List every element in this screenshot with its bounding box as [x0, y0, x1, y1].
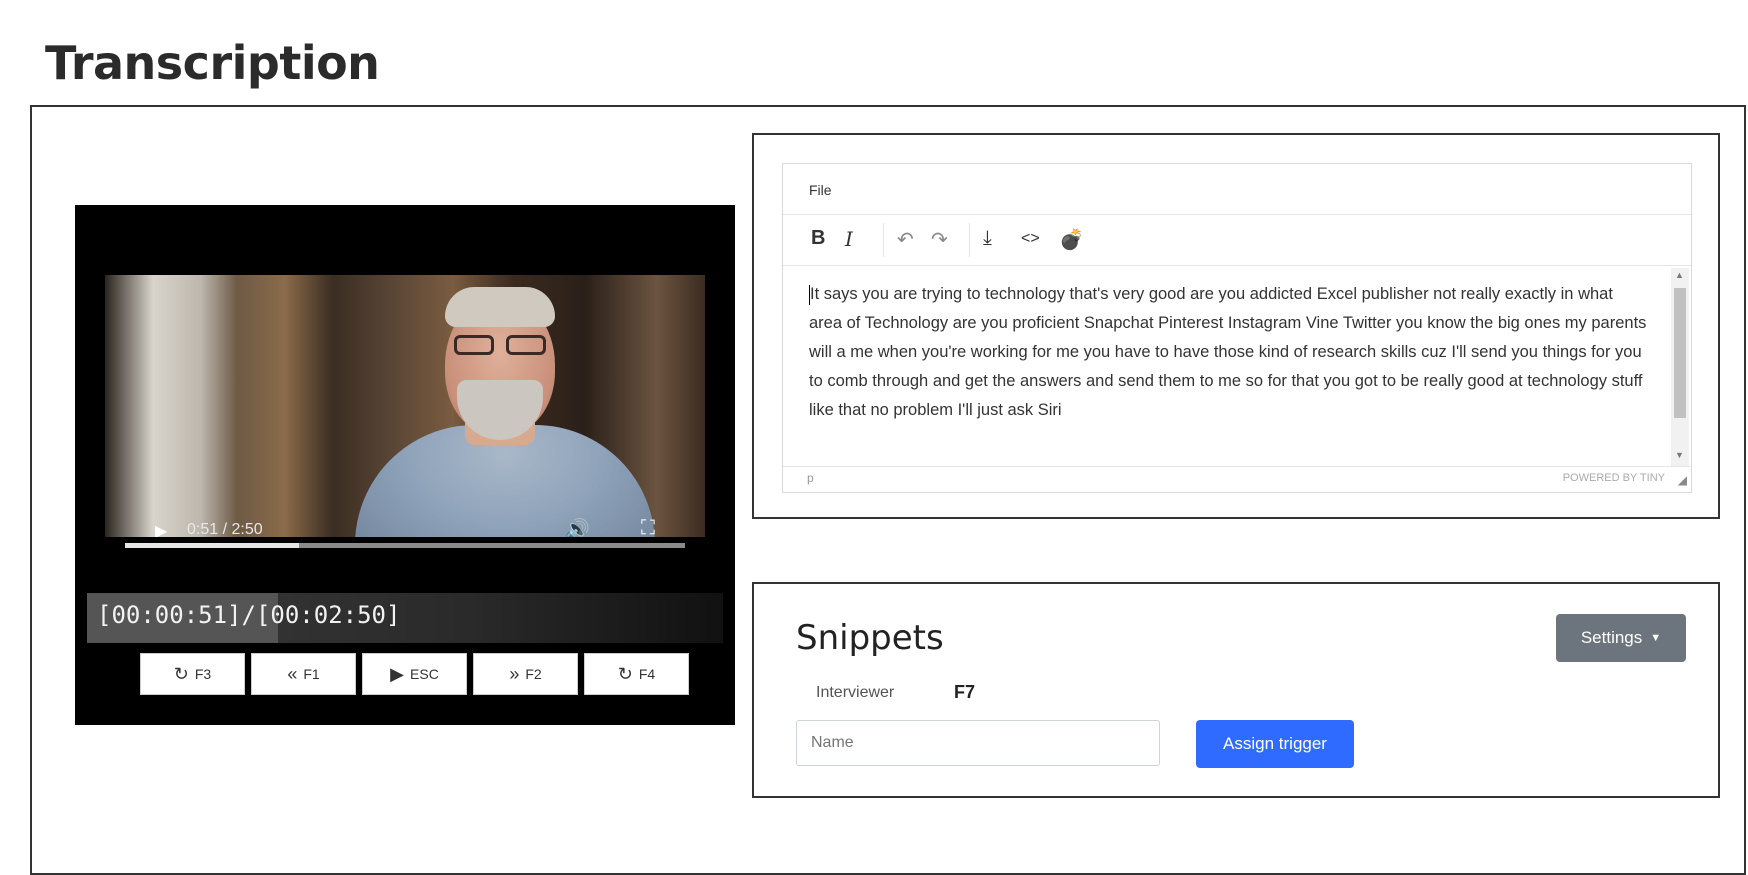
scroll-up-icon[interactable]: ▲	[1675, 270, 1684, 280]
skip-key: F4	[638, 666, 656, 682]
back-button[interactable]: « F1	[251, 653, 356, 695]
transport-controls: ↻ F3 « F1 ▶ ESC » F2 ↻ F4	[140, 653, 690, 697]
fullscreen-icon[interactable]: ⛶	[641, 517, 655, 537]
toolbar-divider	[969, 223, 970, 257]
video-progress-fill	[125, 543, 299, 548]
undo-icon[interactable]: ↶	[897, 227, 914, 252]
bold-button[interactable]: B	[811, 227, 825, 250]
transcript-text[interactable]: It says you are trying to technology tha…	[809, 280, 1649, 425]
forward-button[interactable]: » F2	[473, 653, 578, 695]
snippet-name-input[interactable]	[796, 720, 1160, 766]
back-key: F1	[303, 666, 320, 682]
back-icon: «	[287, 663, 298, 684]
video-time: 0:51 / 2:50	[187, 521, 263, 537]
element-path: p	[807, 471, 814, 485]
code-icon[interactable]: <>	[1021, 230, 1040, 248]
video-progress-bar[interactable]	[125, 543, 685, 548]
play-icon: ▶	[390, 663, 405, 684]
transcript-content: It says you are trying to technology tha…	[809, 285, 1647, 419]
play-icon[interactable]: ▶	[155, 521, 167, 537]
editor-toolbar: B I ↶ ↷ ⤓ <> 💣	[783, 214, 1691, 266]
video-person-hair	[445, 287, 555, 327]
assign-trigger-button[interactable]: Assign trigger	[1196, 720, 1354, 768]
caret-down-icon: ▼	[1650, 632, 1662, 644]
redo-icon[interactable]: ↷	[931, 227, 948, 252]
play-pause-button[interactable]: ▶ ESC	[362, 653, 467, 695]
skip-button[interactable]: ↻ F4	[584, 653, 689, 695]
video-person-glasses	[450, 335, 550, 357]
video-player: ▶ 0:51 / 2:50 🔊 ⛶ ⋮ [00:00:51]/[00:02:50…	[75, 205, 735, 725]
video-controls: ▶ 0:51 / 2:50 🔊 ⛶ ⋮	[135, 517, 705, 537]
rewind-key: F3	[194, 666, 212, 682]
more-options-icon[interactable]: ⋮	[703, 517, 705, 537]
editor-scrollbar[interactable]: ▲ ▼	[1671, 268, 1689, 466]
forward-icon: »	[509, 663, 520, 684]
volume-icon[interactable]: 🔊	[565, 517, 590, 537]
video-frame[interactable]: ▶ 0:51 / 2:50 🔊 ⛶ ⋮	[105, 275, 705, 537]
snippets-title: Snippets	[796, 618, 944, 658]
powered-by-link[interactable]: POWERED BY TINY	[1563, 472, 1665, 484]
settings-label: Settings	[1580, 628, 1643, 647]
scrollbar-thumb[interactable]	[1674, 288, 1686, 418]
toolbar-divider	[883, 223, 884, 257]
editor-panel: File B I ↶ ↷ ⤓ <> 💣 It says you are tryi…	[752, 133, 1720, 519]
rich-text-editor: File B I ↶ ↷ ⤓ <> 💣 It says you are tryi…	[782, 163, 1692, 493]
bomb-icon[interactable]: 💣	[1059, 227, 1084, 252]
scroll-down-icon[interactable]: ▼	[1675, 450, 1684, 460]
editor-statusbar: p POWERED BY TINY ◢	[783, 466, 1691, 493]
page-title: Transcription	[45, 36, 380, 90]
skip-icon: ↻	[617, 663, 633, 684]
download-icon[interactable]: ⤓	[983, 227, 992, 250]
snippet-key: F7	[954, 682, 976, 702]
snippets-panel: Snippets Settings ▼ Interviewer F7 Assig…	[752, 582, 1720, 798]
snippet-label: Interviewer	[816, 684, 895, 701]
resize-handle-icon[interactable]: ◢	[1678, 473, 1687, 487]
italic-button[interactable]: I	[845, 227, 853, 251]
forward-key: F2	[525, 666, 542, 682]
settings-button[interactable]: Settings ▼	[1556, 614, 1686, 662]
timecode-bar[interactable]: [00:00:51]/[00:02:50]	[87, 593, 723, 643]
rewind-icon: ↻	[173, 663, 189, 684]
timecode-text: [00:00:51]/[00:02:50]	[97, 601, 401, 629]
rewind-button[interactable]: ↻ F3	[140, 653, 245, 695]
menu-file[interactable]: File	[809, 182, 832, 198]
play-key: ESC	[410, 666, 439, 682]
editor-content-area[interactable]: It says you are trying to technology tha…	[783, 266, 1671, 466]
